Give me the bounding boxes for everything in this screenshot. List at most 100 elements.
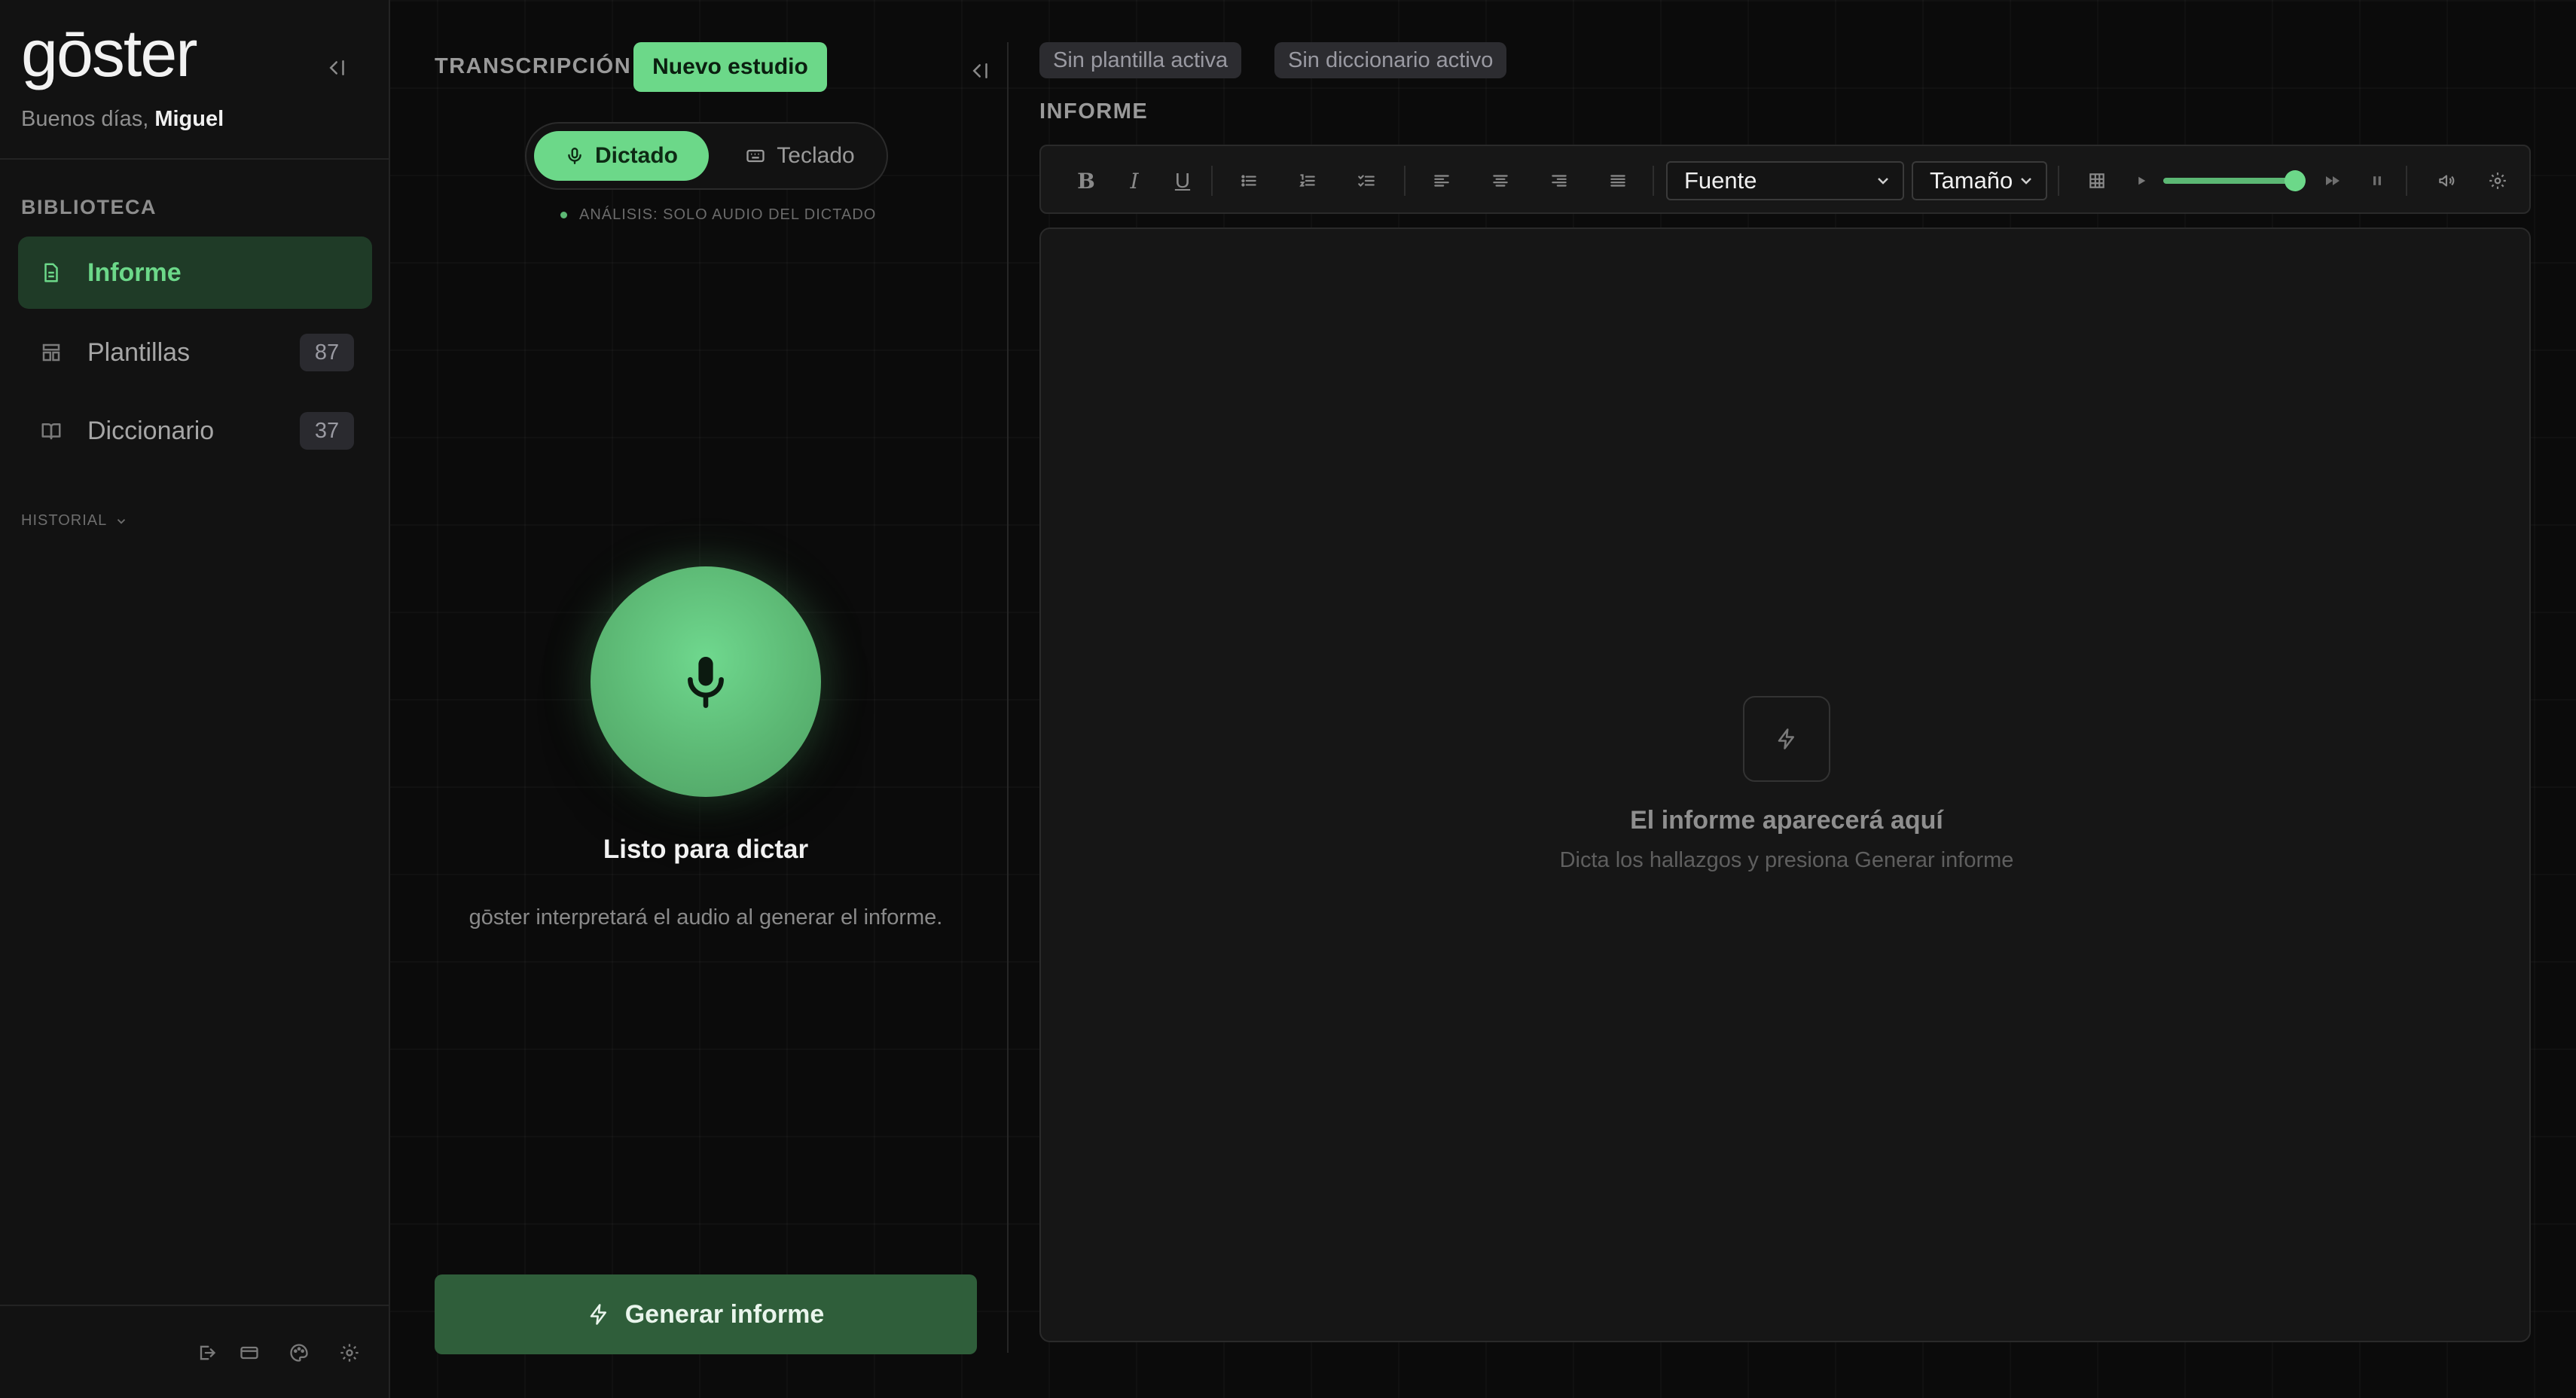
volume-icon: [2439, 175, 2455, 187]
italic-button[interactable]: I: [1118, 164, 1151, 197]
history-label: HISTORIAL: [21, 512, 108, 529]
transcription-title: TRANSCRIPCIÓN: [435, 54, 632, 78]
lightning-icon: [1778, 728, 1794, 749]
history-toggle[interactable]: HISTORIAL: [21, 512, 128, 530]
analysis-note-text: ANÁLISIS: SOLO AUDIO DEL DICTADO: [579, 206, 877, 223]
panel-divider: [1007, 42, 1009, 1353]
keyboard-icon: [746, 149, 765, 163]
theme-button[interactable]: [284, 1338, 314, 1368]
sidebar-item-plantillas[interactable]: Plantillas 87: [18, 316, 372, 389]
report-title: INFORME: [1039, 99, 1149, 124]
toolbar-separator: [1211, 166, 1213, 196]
template-icon: [38, 339, 65, 366]
pause-button[interactable]: [2361, 164, 2394, 197]
size-select[interactable]: Tamaño: [1912, 161, 2047, 200]
collapse-left-icon: [972, 63, 987, 78]
underline-button[interactable]: U: [1166, 164, 1199, 197]
align-left-icon: [1434, 175, 1449, 187]
volume-button[interactable]: [2430, 164, 2463, 197]
collapse-transcription-button[interactable]: [964, 54, 997, 87]
sidebar: gōster Buenos días, Miguel BIBLIOTECA In…: [0, 0, 390, 1398]
align-justify-button[interactable]: [1601, 164, 1634, 197]
chevron-down-icon: [2021, 178, 2031, 185]
generate-report-label: Generar informe: [624, 1299, 825, 1329]
dictation-hint: gōster interpretará el audio al generar …: [469, 905, 943, 929]
sidebar-item-label: Diccionario: [87, 416, 215, 445]
table-icon: [2089, 173, 2104, 188]
sidebar-divider: [0, 158, 390, 160]
greeting: Buenos días, Miguel: [21, 107, 224, 131]
checklist-button[interactable]: [1350, 164, 1383, 197]
mode-dictado-button[interactable]: Dictado: [534, 131, 709, 181]
gear-icon: [2489, 172, 2506, 189]
pause-icon: [2373, 176, 2381, 185]
sidebar-item-label: Informe: [87, 258, 182, 287]
play-button[interactable]: [2129, 164, 2154, 197]
mode-label: Dictado: [594, 143, 678, 168]
sidebar-item-informe[interactable]: Informe: [18, 237, 372, 309]
align-justify-icon: [1610, 175, 1625, 187]
mic-icon: [568, 148, 581, 164]
insert-table-button[interactable]: [2080, 164, 2114, 197]
numbered-list-button[interactable]: [1291, 164, 1324, 197]
ready-status: Listo para dictar: [603, 835, 809, 864]
settings-button[interactable]: [334, 1338, 365, 1368]
book-icon: [38, 417, 65, 444]
align-right-icon: [1552, 175, 1567, 187]
size-select-value: Tamaño: [1930, 167, 2013, 194]
mode-teclado-button[interactable]: Teclado: [718, 131, 882, 181]
record-button[interactable]: [591, 566, 821, 797]
mode-label: Teclado: [777, 143, 855, 168]
lightning-icon: [590, 1304, 606, 1325]
bold-button[interactable]: B: [1070, 164, 1103, 197]
status-dot: [560, 212, 567, 218]
empty-state-subtitle: Dicta los hallazgos y presiona Generar i…: [1559, 848, 2014, 872]
checklist-icon: [1358, 175, 1375, 188]
logout-icon: [200, 1345, 216, 1360]
microphone-icon: [688, 657, 724, 708]
toolbar-separator: [2058, 166, 2059, 196]
align-right-button[interactable]: [1543, 164, 1576, 197]
chevron-down-icon: [1878, 178, 1888, 185]
collapse-sidebar-button[interactable]: [321, 51, 354, 84]
sidebar-item-diccionario[interactable]: Diccionario 37: [18, 395, 372, 467]
new-study-button[interactable]: Nuevo estudio: [633, 42, 827, 92]
analysis-note: ANÁLISIS: SOLO AUDIO DEL DICTADO: [560, 206, 876, 224]
user-name: Miguel: [154, 107, 224, 131]
playback-slider-thumb[interactable]: [2285, 170, 2306, 191]
palette-icon: [290, 1344, 308, 1362]
collapse-left-icon: [329, 60, 344, 75]
empty-state-icon-frame: [1743, 696, 1830, 782]
play-icon: [2138, 176, 2146, 185]
library-section-label: BIBLIOTECA: [21, 196, 157, 218]
align-left-button[interactable]: [1425, 164, 1458, 197]
report-editor[interactable]: El informe aparecerá aquí Dicta los hall…: [1039, 227, 2531, 1342]
bullet-list-button[interactable]: [1232, 164, 1265, 197]
app-logo: gōster: [21, 16, 198, 90]
toolbar-separator: [2406, 166, 2407, 196]
playback-slider-track[interactable]: [2163, 178, 2295, 184]
dictionary-status-chip[interactable]: Sin diccionario activo: [1274, 42, 1507, 78]
logout-button[interactable]: [191, 1338, 221, 1368]
document-icon: [38, 259, 65, 286]
editor-toolbar: B I U Fuente Tamaño: [1039, 145, 2531, 214]
count-badge: 87: [300, 334, 354, 371]
align-center-icon: [1493, 175, 1508, 187]
sidebar-item-label: Plantillas: [87, 337, 191, 367]
font-select[interactable]: Fuente: [1666, 161, 1904, 200]
count-badge: 37: [300, 412, 354, 450]
fast-forward-button[interactable]: [2318, 164, 2347, 197]
editor-settings-button[interactable]: [2481, 164, 2514, 197]
generate-report-button[interactable]: Generar informe: [435, 1274, 977, 1354]
align-center-button[interactable]: [1484, 164, 1517, 197]
gear-icon: [340, 1344, 359, 1362]
input-mode-toggle: Dictado Teclado: [525, 122, 888, 190]
toolbar-separator: [1404, 166, 1406, 196]
empty-state-title: El informe aparecerá aquí: [1630, 806, 1943, 835]
billing-button[interactable]: [234, 1338, 264, 1368]
toolbar-separator: [1653, 166, 1654, 196]
template-status-chip[interactable]: Sin plantilla activa: [1039, 42, 1242, 78]
bullet-list-icon: [1241, 175, 1256, 187]
font-select-value: Fuente: [1684, 167, 1757, 194]
chevron-down-icon: [118, 518, 126, 524]
